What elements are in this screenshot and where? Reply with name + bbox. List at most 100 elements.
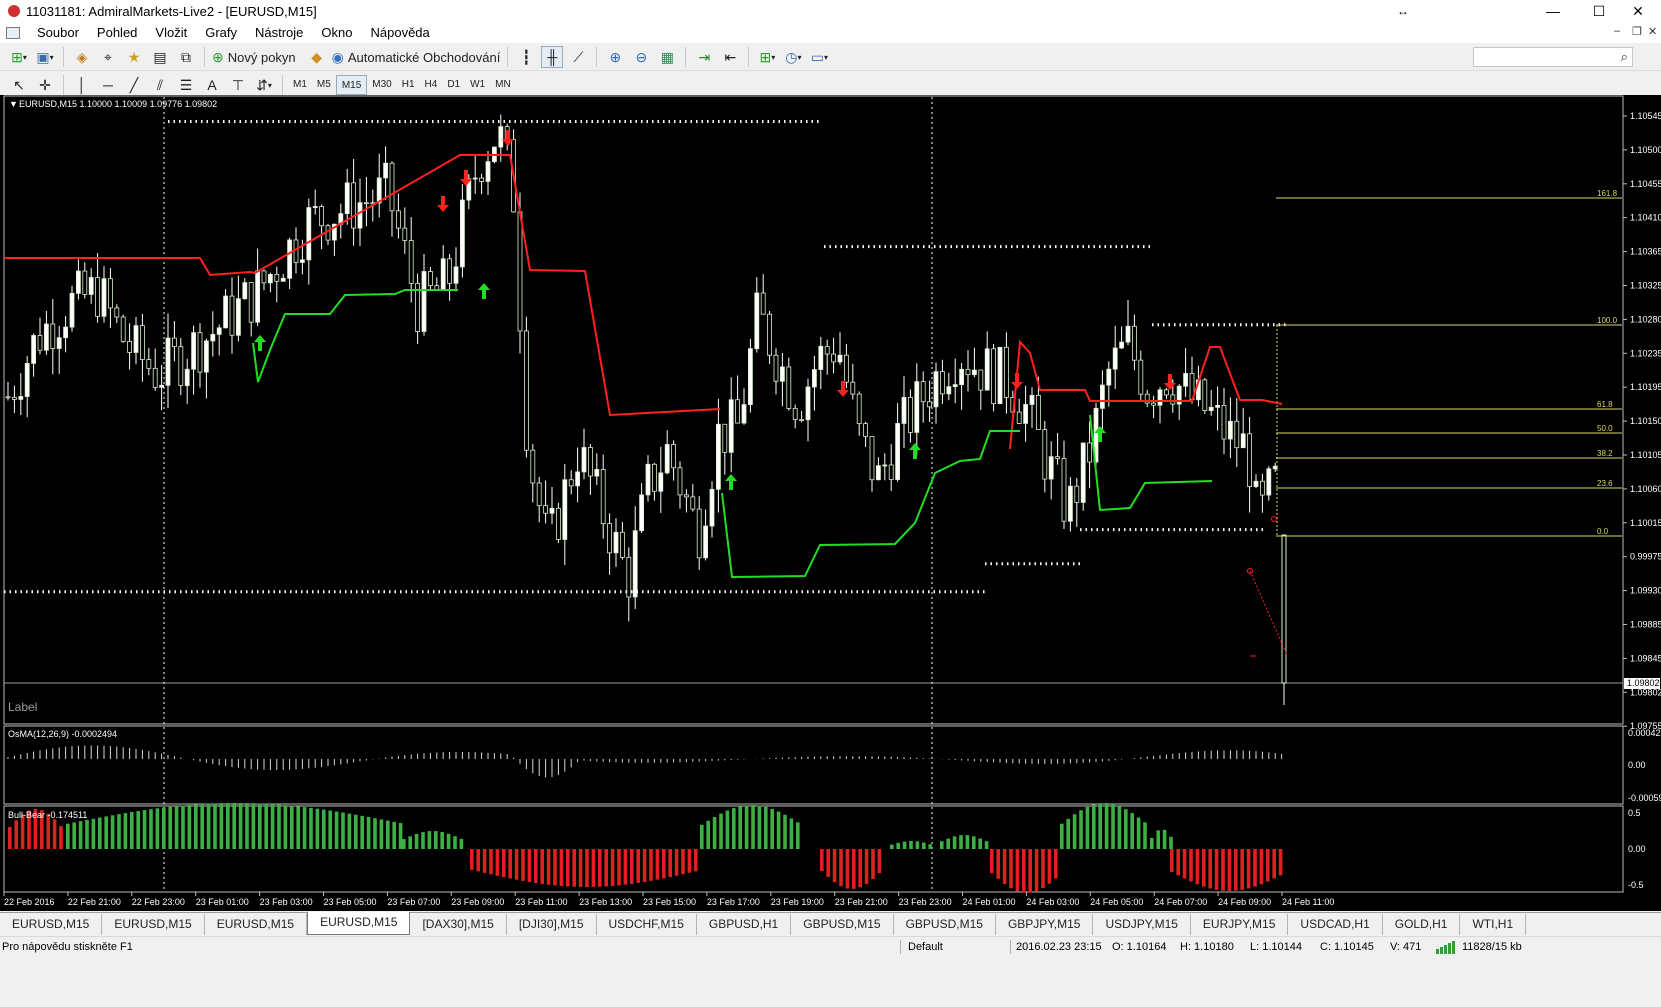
chart-tab[interactable]: GBPUSD,H1 xyxy=(696,914,792,935)
profiles-icon: ▣ xyxy=(36,49,50,65)
chart-tab[interactable]: GBPJPY,M15 xyxy=(995,914,1094,935)
timeframe-h4[interactable]: H4 xyxy=(420,75,443,95)
mdi-close-button[interactable]: ✕ xyxy=(1648,25,1657,38)
chart-collapse-icon[interactable]: ▼ xyxy=(9,99,18,109)
text-label-button[interactable]: ⊤ xyxy=(227,74,249,96)
menu-grafy[interactable]: Grafy xyxy=(196,22,246,43)
price-axis-label: 1.09930 xyxy=(1630,586,1661,596)
timeframe-w1[interactable]: W1 xyxy=(465,75,490,95)
menu-pohled[interactable]: Pohled xyxy=(88,22,146,43)
chart-tab[interactable]: GOLD,H1 xyxy=(1382,914,1461,935)
toolbar-separator xyxy=(204,47,205,67)
chart-window[interactable]: 161.8 100.0 61.8 50.0 38.2 23.6 0.0 1.10545 1.1… xyxy=(0,95,1661,911)
candlestick-button[interactable]: ╫ xyxy=(541,46,564,68)
minimize-button[interactable]: — xyxy=(1530,0,1576,22)
chart-tab[interactable]: EURUSD,M15 xyxy=(102,914,205,935)
timeframe-m15[interactable]: M15 xyxy=(335,75,368,95)
bull-candle xyxy=(901,396,907,424)
mdi-restore-button[interactable]: ❐ xyxy=(1632,25,1642,38)
bear-bar xyxy=(1015,849,1020,892)
chart-shift-button[interactable]: ⇤ xyxy=(719,46,741,68)
timeframe-m1[interactable]: M1 xyxy=(288,75,312,95)
chart-tab[interactable]: [DJI30],M15 xyxy=(506,914,597,935)
market-watch-button[interactable]: ◈ xyxy=(71,46,93,68)
fibo-button[interactable]: ☰ xyxy=(175,74,197,96)
auto-trading-toggle[interactable]: ◉ Automatické Obchodování xyxy=(332,46,501,68)
price-axis-label: 1.10325 xyxy=(1630,281,1661,291)
bear-candle xyxy=(274,274,280,282)
bear-candle xyxy=(248,282,254,323)
chart-tab[interactable]: [DAX30],M15 xyxy=(410,914,507,935)
bear-bar xyxy=(489,849,493,875)
chart-tab[interactable]: EURUSD,M15 xyxy=(204,914,308,935)
bear-bar xyxy=(559,849,564,886)
text-button[interactable]: A xyxy=(201,74,223,96)
chart-tab[interactable]: EURUSD,M15 xyxy=(307,912,411,935)
timeframe-m5[interactable]: M5 xyxy=(312,75,336,95)
menu-okno[interactable]: Okno xyxy=(312,22,361,43)
indicators-button[interactable]: ⊞ ▾ xyxy=(756,46,778,68)
auto-trading-button[interactable]: ◆ xyxy=(306,46,328,68)
chart-tab[interactable]: EURJPY,M15 xyxy=(1190,914,1289,935)
templates-button[interactable]: ▭ ▾ xyxy=(808,46,830,68)
bear-candle xyxy=(1132,325,1137,361)
bar-chart-button[interactable]: ┇ xyxy=(515,46,537,68)
crosshair-button[interactable]: ✛ xyxy=(34,74,56,96)
menu-napoveda[interactable]: Nápověda xyxy=(362,22,439,43)
close-button[interactable]: ✕ xyxy=(1615,0,1661,22)
timeframe-mn[interactable]: MN xyxy=(490,75,516,95)
chart-tab[interactable]: GBPUSD,M15 xyxy=(791,914,894,935)
zoom-out-button[interactable]: ⊖ xyxy=(630,46,652,68)
vertical-line-button[interactable]: │ xyxy=(71,74,93,96)
chart-tab[interactable]: WTI,H1 xyxy=(1460,914,1527,935)
chart-tab[interactable]: GBPUSD,M15 xyxy=(893,914,996,935)
bear-candle xyxy=(626,556,632,598)
trendline-button[interactable]: ╱ xyxy=(123,74,145,96)
chart-canvas[interactable]: 161.8 100.0 61.8 50.0 38.2 23.6 0.0 1.10545 1.1… xyxy=(0,95,1661,911)
chart-tab[interactable]: USDJPY,M15 xyxy=(1093,914,1191,935)
tile-windows-button[interactable]: ▦ xyxy=(656,46,678,68)
chart-tab[interactable]: EURUSD,M15 xyxy=(0,914,103,935)
menu-nastroje[interactable]: Nástroje xyxy=(246,22,312,43)
arrows-button[interactable]: ⇵ ▾ xyxy=(253,74,275,96)
bull-candle xyxy=(1029,394,1035,405)
menu-vlozit[interactable]: Vložit xyxy=(146,22,196,43)
autoscroll-button[interactable]: ⇥ xyxy=(693,46,715,68)
periods-button[interactable]: ◷ ▾ xyxy=(782,46,804,68)
zoom-in-button[interactable]: ⊕ xyxy=(604,46,626,68)
bull-candle xyxy=(210,334,216,342)
toolbar-separator xyxy=(596,47,598,67)
status-help: Pro nápovědu stiskněte F1 xyxy=(2,941,133,953)
new-chart-button[interactable]: ⊞ ▾ xyxy=(8,46,30,68)
bull-bar xyxy=(1072,814,1077,849)
bear-bar xyxy=(1214,849,1219,890)
cursor-button[interactable]: ↖ xyxy=(8,74,30,96)
bear-bar xyxy=(839,849,843,887)
chart-tab[interactable]: USDCAD,H1 xyxy=(1288,914,1383,935)
horizontal-line-button[interactable]: ─ xyxy=(97,74,119,96)
navigator-button[interactable]: ★ xyxy=(123,46,145,68)
timeframe-m30[interactable]: M30 xyxy=(367,75,396,95)
timeframe-d1[interactable]: D1 xyxy=(442,75,465,95)
data-window-button[interactable]: ⌖ xyxy=(97,46,119,68)
new-order-button[interactable]: ⊕ Nový pokyn xyxy=(212,46,296,68)
bull-candle xyxy=(984,348,990,391)
search-icon[interactable]: ⌕ xyxy=(1621,49,1628,65)
menu-soubor[interactable]: Soubor xyxy=(28,22,88,43)
strategy-tester-button[interactable]: ⧉ xyxy=(175,46,197,68)
mdi-window-icon[interactable] xyxy=(6,26,20,39)
bull-bar xyxy=(1111,804,1115,849)
terminal-button[interactable]: ▤ xyxy=(149,46,171,68)
mdi-minimize-button[interactable]: – xyxy=(1614,25,1620,37)
bear-bar xyxy=(476,849,480,872)
channel-button[interactable]: ⫽ xyxy=(149,74,171,96)
timeframe-h1[interactable]: H1 xyxy=(397,75,420,95)
bear-bar xyxy=(502,849,506,878)
profiles-button[interactable]: ▣ ▾ xyxy=(34,46,56,68)
bear-bar xyxy=(877,849,882,874)
chart-tab[interactable]: USDCHF,M15 xyxy=(596,914,697,935)
line-chart-button[interactable]: ⟋ xyxy=(567,46,589,68)
bull-bar xyxy=(277,804,281,849)
bull-bar xyxy=(232,803,236,849)
search-input[interactable]: ⌕ xyxy=(1473,47,1633,67)
